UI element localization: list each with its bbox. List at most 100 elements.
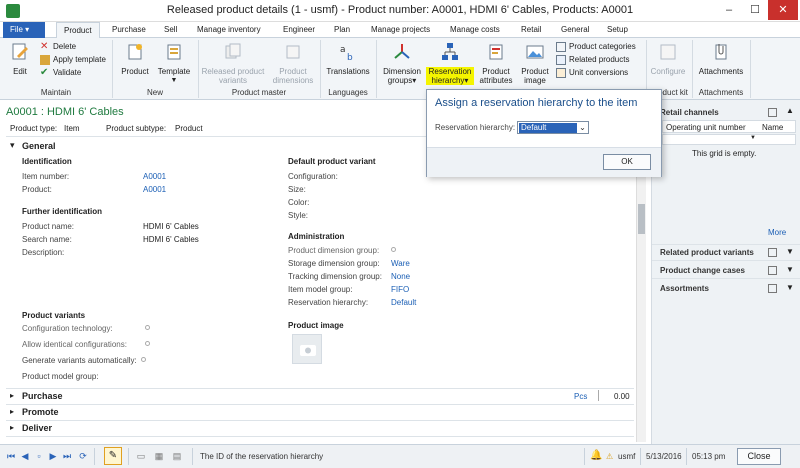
unit-conversions-button[interactable]: Unit conversions [556,67,648,80]
item-number-value[interactable]: A0001 [143,172,166,181]
previous-record-icon[interactable]: ◀ [20,451,30,461]
product-image-button[interactable]: Product image [518,42,552,85]
new-product-button[interactable]: Product [117,42,153,76]
tracking-dim-group-value[interactable]: None [391,272,410,281]
deliver-section-header[interactable]: Deliver [22,423,52,433]
warning-count-icon[interactable]: ⚠ [606,452,613,461]
tab-sell[interactable]: Sell [157,22,184,38]
product-subtype-label: Product subtype: [106,124,167,133]
reservation-hierarchy-select-value[interactable]: Default [519,123,577,133]
name-column[interactable]: Name [762,123,783,132]
collapse-icon[interactable]: ▾ [10,140,15,151]
product-dim-group-label: Product dimension group: [288,246,380,255]
reservation-hierarchy-button[interactable]: Reservation hierarchy▾ [426,42,474,85]
tab-general[interactable]: General [554,22,596,38]
retail-channels-header[interactable]: Retail channels [660,108,719,117]
product-attributes-button[interactable]: Product attributes [476,42,516,85]
next-record-icon[interactable]: ▶ [48,451,58,461]
grid-icon[interactable]: ▦ [154,451,164,461]
notes-icon[interactable]: ▤ [172,451,182,461]
product-label: Product: [22,185,52,194]
company-label[interactable]: usmf [618,452,635,461]
edit-mode-icon[interactable]: ✎ [104,447,122,465]
tab-plan[interactable]: Plan [327,22,357,38]
factbox-settings-icon[interactable] [768,284,777,293]
factbox-settings-icon[interactable] [768,248,777,257]
product-dim-group-radio[interactable] [391,247,396,252]
svg-text:b: b [347,53,353,62]
factbox-settings-icon[interactable] [768,266,777,275]
released-variants-button[interactable]: Released product variants [200,42,266,85]
refresh-icon[interactable]: ⟳ [78,451,88,461]
general-section-header[interactable]: General [22,141,56,151]
expand-icon[interactable]: ▸ [10,407,14,416]
chevron-down-icon[interactable]: ▼ [786,265,794,274]
chevron-down-icon[interactable]: ▼ [786,247,794,256]
purchase-section-header[interactable]: Purchase [22,391,63,401]
tab-manage-costs[interactable]: Manage costs [443,22,507,38]
product-categories-button[interactable]: Product categories [556,41,648,54]
config-tech-radio[interactable] [145,325,150,330]
close-button[interactable]: Close [737,448,781,465]
status-time: 05:13 pm [692,452,726,461]
maximize-button[interactable]: ☐ [742,0,768,20]
generate-variants-checkbox[interactable] [141,357,146,362]
item-model-group-value[interactable]: FIFO [391,285,409,294]
tab-manage-projects[interactable]: Manage projects [364,22,437,38]
first-record-icon[interactable]: ⏮ [6,451,16,461]
template-button[interactable]: Template ▼ [155,42,193,85]
tab-file[interactable]: File ▾ [3,22,45,38]
released-variants-label: Released product variants [201,67,265,85]
allow-identical-checkbox[interactable] [145,341,150,346]
related-products-icon [556,54,566,65]
reservation-hierarchy-value[interactable]: Default [391,298,416,307]
attachments-button[interactable]: Attachments [694,42,748,76]
configure-label: Configure [650,67,686,76]
translations-button[interactable]: ab Translations [322,42,374,76]
configure-button[interactable]: Configure [648,42,688,76]
change-cases-header[interactable]: Product change cases [660,266,745,275]
product-value[interactable]: A0001 [143,185,166,194]
chevron-up-icon[interactable]: ▲ [786,106,794,115]
promote-section-header[interactable]: Promote [22,407,59,417]
last-record-icon[interactable]: ⏭ [62,451,72,461]
product-dimensions-button[interactable]: Product dimensions [268,42,318,85]
delete-button[interactable]: ✕ Delete [40,41,118,54]
chevron-down-icon[interactable]: ⌄ [577,122,588,133]
tab-retail[interactable]: Retail [514,22,548,38]
assortments-header[interactable]: Assortments [660,284,709,293]
minimize-button[interactable]: – [716,0,742,20]
related-variants-header[interactable]: Related product variants [660,248,754,257]
view-icon[interactable]: ▭ [136,451,146,461]
dimension-groups-button[interactable]: Dimension groups▾ [380,42,424,85]
operating-unit-column[interactable]: Operating unit number [666,123,746,132]
more-link[interactable]: More [768,228,786,237]
template-icon [167,44,181,60]
reservation-hierarchy-select[interactable]: Default ⌄ [517,121,589,134]
factbox-settings-icon[interactable] [768,108,777,117]
camera-icon [300,345,316,356]
related-products-button[interactable]: Related products [556,54,648,67]
search-name-value[interactable]: HDMI 6' Cables [143,235,199,244]
close-window-button[interactable]: ✕ [768,0,798,20]
unit-conversions-icon [556,67,566,78]
ok-button[interactable]: OK [603,154,651,170]
edit-button[interactable]: Edit [6,42,34,76]
apply-template-button[interactable]: Apply template [40,54,118,67]
expand-icon[interactable]: ▸ [10,423,14,432]
tab-engineer[interactable]: Engineer [276,22,322,38]
storage-dim-group-value[interactable]: Ware [391,259,410,268]
product-image-placeholder[interactable] [292,334,322,364]
product-name-value[interactable]: HDMI 6' Cables [143,222,199,231]
expand-icon[interactable]: ▸ [10,391,14,400]
scrollbar-thumb[interactable] [638,204,645,234]
tab-product[interactable]: Product [56,22,100,39]
tab-setup[interactable]: Setup [600,22,635,38]
tab-manage-inventory[interactable]: Manage inventory [190,22,268,38]
product-model-group-label: Product model group: [22,372,99,381]
chevron-down-icon[interactable]: ▼ [786,283,794,292]
tab-purchase[interactable]: Purchase [105,22,153,38]
notification-bell-icon[interactable]: 🔔 [590,450,602,461]
dimensions-icon [286,45,300,59]
validate-button[interactable]: ✔ Validate [40,67,118,80]
